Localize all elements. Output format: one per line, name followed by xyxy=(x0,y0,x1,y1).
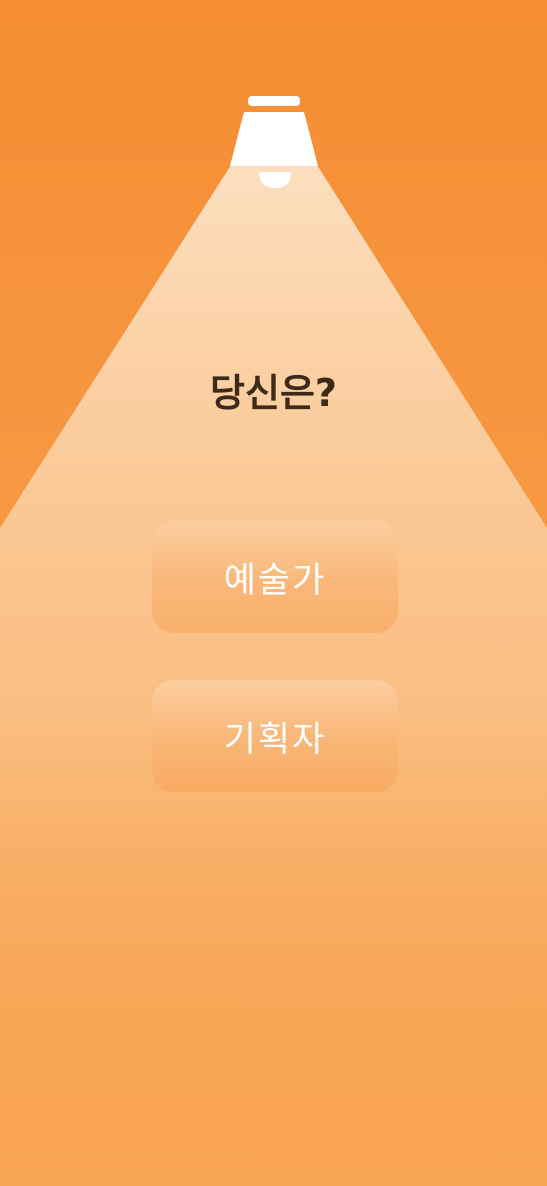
question-title: 당신은? xyxy=(210,371,337,415)
quiz-screen: 당신은? 예술가 기획자 xyxy=(0,0,547,1186)
ceiling-lamp-icon xyxy=(230,96,318,188)
planner-button[interactable]: 기획자 xyxy=(152,680,398,792)
artist-button-label: 예술가 xyxy=(223,560,327,601)
artist-button[interactable]: 예술가 xyxy=(152,521,398,633)
planner-button-label: 기획자 xyxy=(223,719,327,760)
